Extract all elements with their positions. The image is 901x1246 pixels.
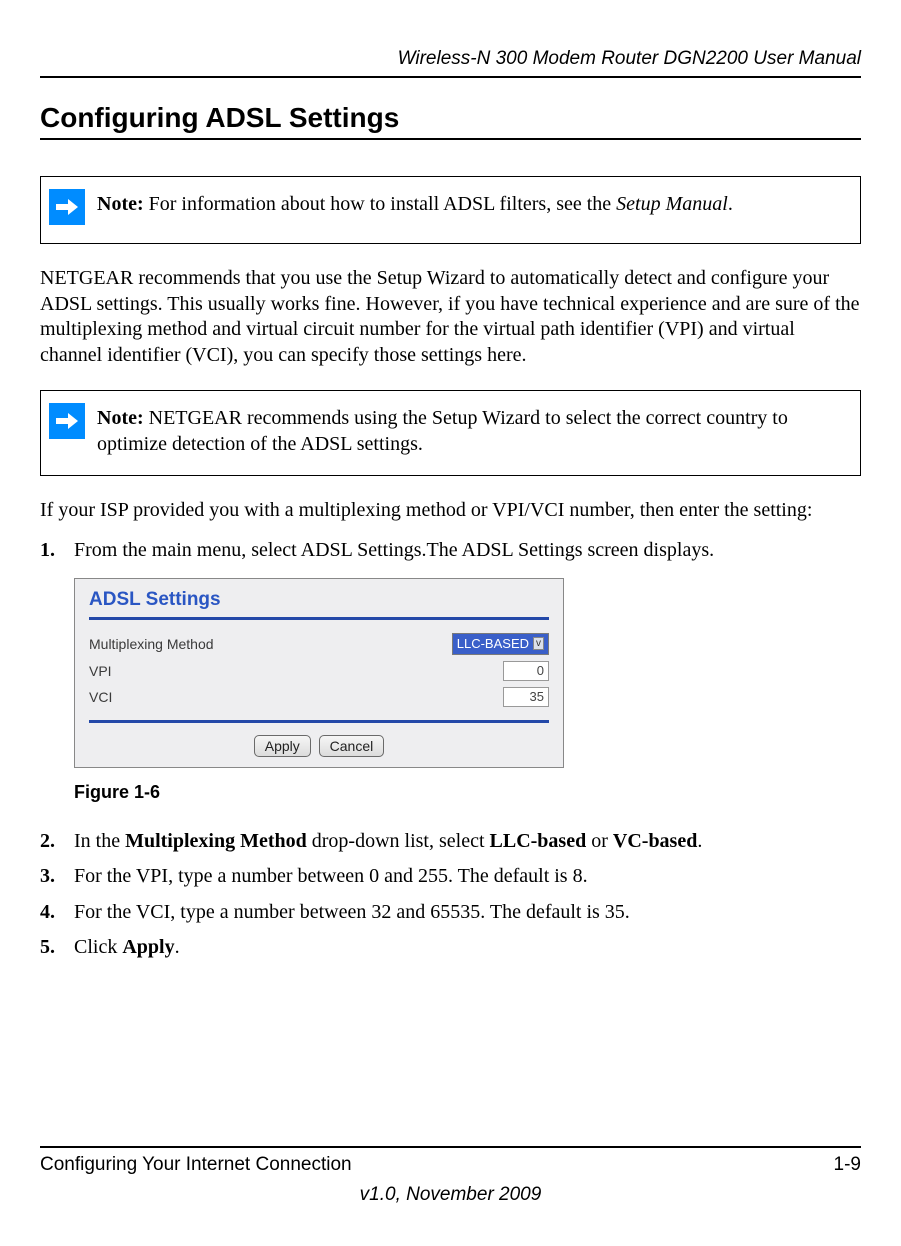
note-box-1: Note: For information about how to insta…: [40, 176, 861, 244]
note-text: Note: NETGEAR recommends using the Setup…: [85, 391, 860, 475]
step-text: For the VPI, type a number between 0 and…: [74, 864, 588, 890]
row-vpi: VPI 0: [89, 658, 549, 684]
note-text: Note: For information about how to insta…: [85, 177, 860, 243]
paragraph-2: If your ISP provided you with a multiple…: [40, 498, 861, 524]
step-number: 3.: [40, 864, 74, 890]
note-body: For information about how to install ADS…: [144, 193, 617, 215]
running-header: Wireless-N 300 Modem Router DGN2200 User…: [40, 48, 861, 78]
list-item: 1. From the main menu, select ADSL Setti…: [40, 538, 861, 564]
ordered-list: 1. From the main menu, select ADSL Setti…: [40, 538, 861, 564]
multiplexing-select[interactable]: LLC-BASED v: [452, 633, 549, 655]
label-vci: VCI: [89, 689, 112, 705]
row-vci: VCI 35: [89, 684, 549, 710]
figure-screenshot: ADSL Settings Multiplexing Method LLC-BA…: [74, 578, 861, 768]
list-item: 5. Click Apply.: [40, 935, 861, 961]
arrow-right-icon: [49, 189, 85, 225]
note-body: NETGEAR recommends using the Setup Wizar…: [97, 407, 788, 455]
step-number: 2.: [40, 829, 74, 855]
step-text: In the Multiplexing Method drop-down lis…: [74, 829, 702, 855]
adsl-settings-panel: ADSL Settings Multiplexing Method LLC-BA…: [74, 578, 564, 768]
arrow-right-icon: [49, 403, 85, 439]
label-vpi: VPI: [89, 663, 112, 679]
figure-caption: Figure 1-6: [74, 782, 861, 803]
paragraph-1: NETGEAR recommends that you use the Setu…: [40, 266, 861, 368]
step-number: 1.: [40, 538, 74, 564]
label-multiplexing: Multiplexing Method: [89, 636, 214, 652]
adsl-form-section: Multiplexing Method LLC-BASED v VPI 0 VC…: [89, 617, 549, 723]
footer-page-number: 1-9: [834, 1154, 861, 1176]
note-label: Note:: [97, 193, 144, 215]
text-bold: LLC-based: [490, 830, 587, 852]
step-text: Click Apply.: [74, 935, 180, 961]
page-footer: Configuring Your Internet Connection 1-9…: [40, 1146, 861, 1206]
list-item: 3. For the VPI, type a number between 0 …: [40, 864, 861, 890]
ordered-list-cont: 2. In the Multiplexing Method drop-down …: [40, 829, 861, 961]
note-label: Note:: [97, 407, 144, 429]
select-value: LLC-BASED: [457, 636, 529, 651]
apply-button[interactable]: Apply: [254, 735, 311, 757]
footer-version: v1.0, November 2009: [40, 1184, 861, 1206]
row-multiplexing: Multiplexing Method LLC-BASED v: [89, 630, 549, 658]
text-frag: Click: [74, 936, 122, 958]
note-tail: .: [728, 193, 733, 215]
list-item: 2. In the Multiplexing Method drop-down …: [40, 829, 861, 855]
panel-title: ADSL Settings: [75, 579, 563, 617]
text-frag: .: [697, 830, 702, 852]
text-bold: VC-based: [613, 830, 697, 852]
chevron-down-icon: v: [533, 637, 544, 650]
footer-chapter: Configuring Your Internet Connection: [40, 1154, 352, 1176]
step-text: For the VCI, type a number between 32 an…: [74, 900, 630, 926]
note-ref: Setup Manual: [616, 193, 728, 215]
text-frag: drop-down list, select: [307, 830, 490, 852]
section-heading: Configuring ADSL Settings: [40, 102, 861, 140]
step-number: 5.: [40, 935, 74, 961]
text-frag: In the: [74, 830, 125, 852]
list-item: 4. For the VCI, type a number between 32…: [40, 900, 861, 926]
vpi-input[interactable]: 0: [503, 661, 549, 681]
note-box-2: Note: NETGEAR recommends using the Setup…: [40, 390, 861, 476]
step-text: From the main menu, select ADSL Settings…: [74, 538, 714, 564]
button-row: Apply Cancel: [75, 731, 563, 757]
text-bold: Multiplexing Method: [125, 830, 307, 852]
cancel-button[interactable]: Cancel: [319, 735, 385, 757]
vci-input[interactable]: 35: [503, 687, 549, 707]
text-frag: or: [586, 830, 613, 852]
text-bold: Apply: [122, 936, 174, 958]
text-frag: .: [175, 936, 180, 958]
step-number: 4.: [40, 900, 74, 926]
